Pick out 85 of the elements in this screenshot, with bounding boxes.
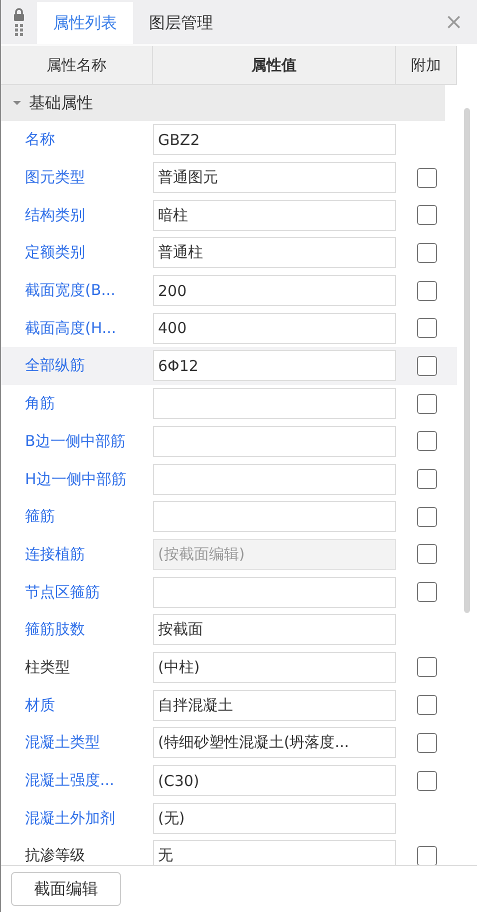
value-field[interactable]: (特细砂塑性混凝土(坍落度... <box>153 727 396 758</box>
property-name: 角筋 <box>24 394 56 414</box>
checkbox[interactable] <box>416 168 436 188</box>
checkbox[interactable] <box>416 695 436 716</box>
value-field[interactable]: (无) <box>153 802 396 834</box>
property-row[interactable]: 截面宽度(B... 200 <box>1 272 457 310</box>
value-field[interactable]: 按截面 <box>153 614 396 646</box>
checkbox[interactable] <box>416 770 436 791</box>
value-field[interactable]: 200 <box>153 275 396 306</box>
grip-icon[interactable] <box>15 24 23 36</box>
caret-icon[interactable] <box>13 100 21 106</box>
property-name: 连接植筋 <box>24 544 86 564</box>
value-field[interactable]: 无 <box>153 840 396 865</box>
value-field[interactable]: 暗柱 <box>153 200 396 231</box>
value-field[interactable] <box>153 388 396 420</box>
property-row[interactable]: 混凝土强度... (C30) <box>1 762 457 800</box>
property-name: 全部纵筋 <box>24 356 86 376</box>
property-name: B边一侧中部筋 <box>24 432 126 451</box>
property-name: 图元类型 <box>24 168 86 188</box>
property-name: 结构类别 <box>24 206 86 225</box>
property-name: 定额类别 <box>24 243 86 262</box>
property-name: 混凝土外加剂 <box>24 808 116 828</box>
checkbox[interactable] <box>416 657 436 678</box>
tab[interactable]: 属性列表 <box>37 2 133 44</box>
property-row[interactable]: 材质 自拌混凝土 <box>1 686 457 724</box>
property-row[interactable]: 图元类型 普通图元 <box>1 158 457 196</box>
checkbox[interactable] <box>416 280 436 301</box>
property-row[interactable]: 角筋 <box>1 384 457 422</box>
checkbox[interactable] <box>416 582 436 602</box>
property-name: 箍筋 <box>24 507 56 526</box>
column-header: 附加 <box>396 46 457 84</box>
group-label: 基础属性 <box>29 92 93 114</box>
column-header: 属性名称 <box>1 46 153 84</box>
checkbox[interactable] <box>416 394 436 414</box>
property-row[interactable]: 箍筋肢数 按截面 <box>1 610 457 649</box>
property-row[interactable]: 截面高度(H... 400 <box>1 309 457 348</box>
checkbox[interactable] <box>416 205 436 226</box>
value-field[interactable]: (C30) <box>153 765 396 796</box>
checkbox[interactable] <box>416 506 436 527</box>
value-field[interactable]: 400 <box>153 312 396 344</box>
property-name: 节点区箍筋 <box>24 582 101 602</box>
checkbox[interactable] <box>416 732 436 753</box>
property-name: 名称 <box>24 130 56 150</box>
property-name: 混凝土类型 <box>24 733 101 752</box>
property-row[interactable]: B边一侧中部筋 <box>1 422 457 460</box>
property-name: 柱类型 <box>24 658 71 677</box>
column-header: 属性值 <box>153 46 396 84</box>
section-edit-button[interactable]: 截面编辑 <box>11 872 121 906</box>
property-row[interactable]: 柱类型 (中柱) <box>1 648 457 686</box>
checkbox[interactable] <box>416 469 436 490</box>
property-name: 混凝土强度... <box>24 771 116 790</box>
property-name: 材质 <box>24 696 56 715</box>
tab[interactable]: 图层管理 <box>133 2 229 44</box>
checkbox[interactable] <box>416 431 436 452</box>
value-field[interactable]: 普通图元 <box>153 162 396 194</box>
property-name: 截面宽度(B... <box>24 281 116 300</box>
lock-icon[interactable] <box>13 8 25 21</box>
value-field[interactable] <box>153 501 396 532</box>
property-row[interactable]: 箍筋 <box>1 498 457 536</box>
property-row[interactable]: 定额类别 普通柱 <box>1 234 457 272</box>
value-field[interactable]: GBZ2 <box>153 124 396 156</box>
value-field[interactable]: 6Φ12 <box>153 350 396 382</box>
value-field[interactable] <box>153 426 396 457</box>
property-row[interactable]: 混凝土类型 (特细砂塑性混凝土(坍落度... <box>1 724 457 762</box>
value-field[interactable]: 自拌混凝土 <box>153 690 396 721</box>
value-field[interactable] <box>153 576 396 608</box>
property-row[interactable]: 全部纵筋 6Φ12 <box>1 347 457 385</box>
value-field[interactable] <box>153 464 396 495</box>
group-row[interactable]: 基础属性 <box>1 85 445 121</box>
checkbox[interactable] <box>416 356 436 376</box>
property-row[interactable]: 结构类别 暗柱 <box>1 196 457 234</box>
value-field[interactable]: (中柱) <box>153 652 396 683</box>
property-name: 截面高度(H... <box>24 318 118 338</box>
checkbox[interactable] <box>416 242 436 263</box>
property-row[interactable]: 混凝土外加剂 (无) <box>1 799 457 838</box>
checkbox[interactable] <box>416 318 436 338</box>
property-row[interactable]: 节点区箍筋 <box>1 573 457 611</box>
property-name: H边一侧中部筋 <box>24 470 128 489</box>
property-row[interactable]: 抗渗等级 无 <box>1 837 457 865</box>
property-name: 抗渗等级 <box>24 846 86 865</box>
property-row[interactable]: H边一侧中部筋 <box>1 460 457 498</box>
property-name: 箍筋肢数 <box>24 620 86 640</box>
value-field[interactable]: 普通柱 <box>153 237 396 268</box>
property-row[interactable]: 名称 GBZ2 <box>1 121 457 159</box>
checkbox[interactable] <box>416 846 436 865</box>
